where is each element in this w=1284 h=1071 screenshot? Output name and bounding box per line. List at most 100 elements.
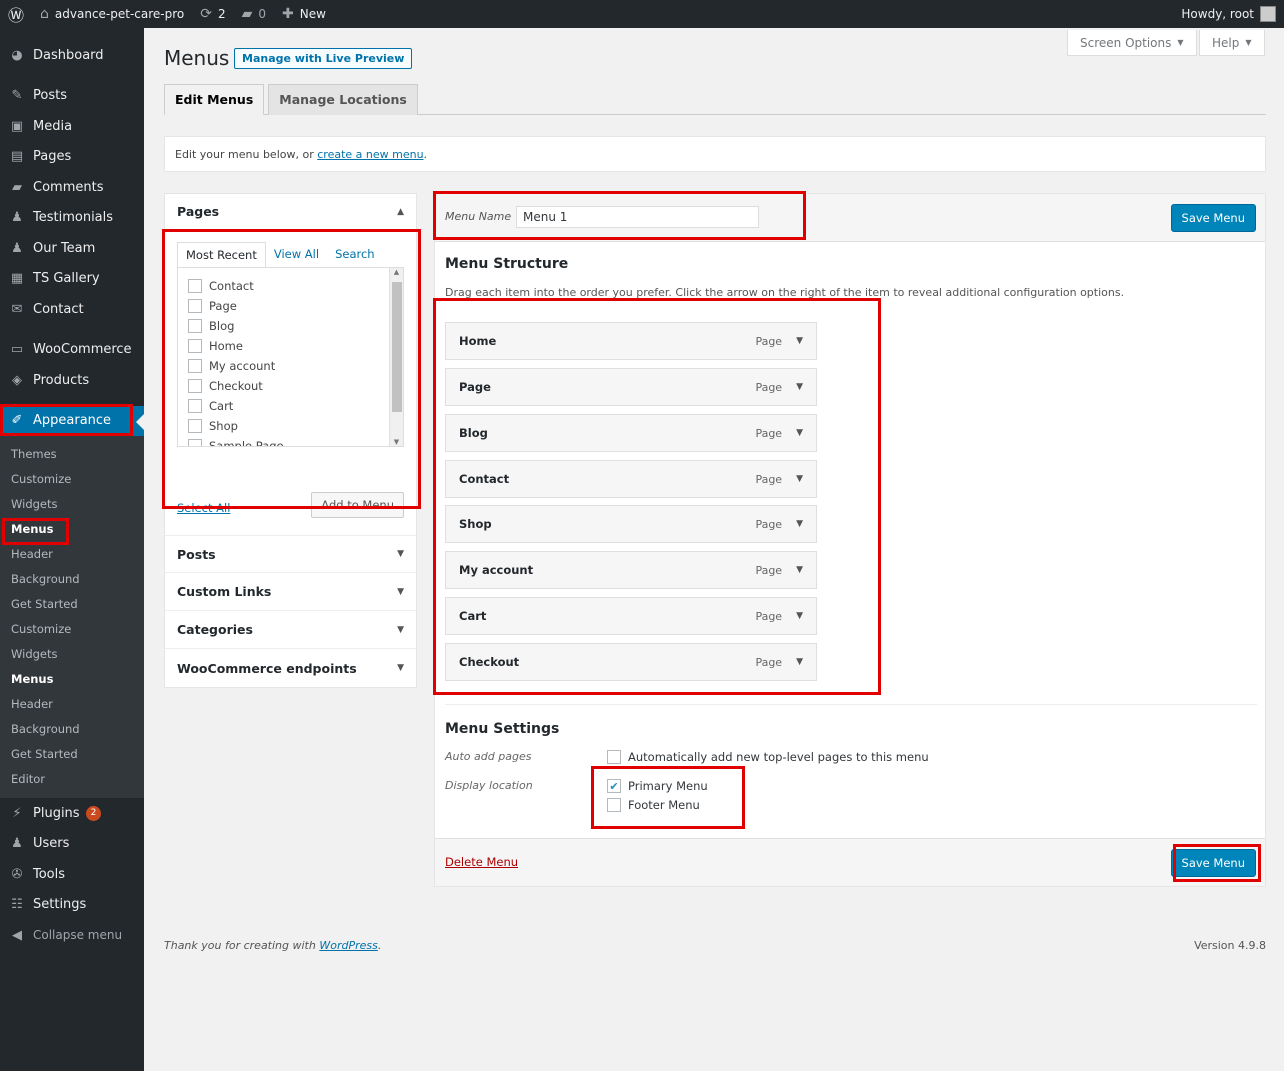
sidebar-item-posts[interactable]: ✎ Posts bbox=[0, 81, 144, 112]
sidebar-item-testimonials[interactable]: ♟ Testimonials bbox=[0, 203, 144, 234]
add-to-menu-button[interactable]: Add to Menu bbox=[311, 492, 404, 518]
sidebar-item-plugins[interactable]: ⚡ Plugins 2 bbox=[0, 798, 144, 829]
site-name-link[interactable]: ⌂ advance-pet-care-pro bbox=[32, 0, 192, 28]
save-menu-button-bottom[interactable]: Save Menu bbox=[1170, 849, 1256, 877]
page-option[interactable]: Home bbox=[188, 336, 393, 356]
sidebar-item-users[interactable]: ♟ Users bbox=[0, 829, 144, 860]
delete-menu-link[interactable]: Delete Menu bbox=[445, 855, 518, 869]
submenu-background[interactable]: Background bbox=[0, 567, 144, 592]
menu-item-row[interactable]: Blog Page ▼ bbox=[445, 414, 817, 452]
tab-edit-menus[interactable]: Edit Menus bbox=[164, 84, 265, 115]
live-preview-button[interactable]: Manage with Live Preview bbox=[234, 48, 413, 69]
sidebar-item-dashboard[interactable]: ◕ Dashboard bbox=[0, 40, 144, 71]
sidebar-item-appearance[interactable]: ✐ Appearance bbox=[0, 405, 144, 436]
submenu-editor[interactable]: Editor bbox=[0, 767, 144, 792]
sidebar-item-products[interactable]: ◈ Products bbox=[0, 365, 144, 396]
sidebar-item-media[interactable]: ▣ Media bbox=[0, 111, 144, 142]
scroll-thumb[interactable] bbox=[392, 282, 402, 412]
custom-links-section-header[interactable]: Custom Links ▼ bbox=[165, 573, 416, 611]
menu-item-row[interactable]: My account Page ▼ bbox=[445, 551, 817, 589]
page-option[interactable]: Page bbox=[188, 296, 393, 316]
tab-most-recent[interactable]: Most Recent bbox=[177, 242, 266, 268]
submenu-customize-2[interactable]: Customize bbox=[0, 617, 144, 642]
scroll-up-arrow-icon[interactable]: ▲ bbox=[390, 268, 403, 276]
checkbox[interactable] bbox=[188, 279, 202, 293]
pages-section-header[interactable]: Pages ▲ bbox=[165, 194, 416, 230]
submenu-header[interactable]: Header bbox=[0, 542, 144, 567]
expand-arrow-icon[interactable]: ▼ bbox=[796, 382, 803, 392]
tab-manage-locations[interactable]: Manage Locations bbox=[268, 84, 418, 115]
checkbox[interactable] bbox=[188, 399, 202, 413]
location-footer-option[interactable]: Footer Menu bbox=[607, 798, 700, 812]
checkbox[interactable] bbox=[188, 379, 202, 393]
wordpress-logo-icon[interactable]: Ⓦ bbox=[0, 0, 32, 28]
menu-item-row[interactable]: Shop Page ▼ bbox=[445, 505, 817, 543]
help-button[interactable]: Help ▼ bbox=[1199, 30, 1265, 56]
page-option[interactable]: Contact bbox=[188, 276, 393, 296]
wordpress-link[interactable]: WordPress bbox=[319, 939, 378, 952]
sidebar-item-our-team[interactable]: ♟ Our Team bbox=[0, 233, 144, 264]
expand-arrow-icon[interactable]: ▼ bbox=[796, 519, 803, 529]
submenu-get-started[interactable]: Get Started bbox=[0, 592, 144, 617]
auto-add-checkbox[interactable] bbox=[607, 750, 621, 764]
menu-name-input[interactable]: Menu 1 bbox=[516, 206, 759, 228]
submenu-menus[interactable]: Menus bbox=[0, 517, 144, 542]
submenu-widgets[interactable]: Widgets bbox=[0, 492, 144, 517]
sidebar-item-contact[interactable]: ✉ Contact bbox=[0, 294, 144, 325]
sidebar-item-pages[interactable]: ▤ Pages bbox=[0, 142, 144, 173]
create-new-menu-link[interactable]: create a new menu bbox=[317, 148, 423, 161]
new-content-link[interactable]: ✚ New bbox=[274, 0, 334, 28]
my-account[interactable]: Howdy, root bbox=[1181, 6, 1284, 22]
woocommerce-endpoints-section-header[interactable]: WooCommerce endpoints ▼ bbox=[165, 649, 416, 687]
comments-link[interactable]: ▰ 0 bbox=[234, 0, 274, 28]
posts-section-header[interactable]: Posts ▼ bbox=[165, 535, 416, 573]
submenu-customize[interactable]: Customize bbox=[0, 467, 144, 492]
sidebar-item-woocommerce[interactable]: ▭ WooCommerce bbox=[0, 335, 144, 366]
sidebar-item-settings[interactable]: ☷ Settings bbox=[0, 890, 144, 921]
submenu-get-started-2[interactable]: Get Started bbox=[0, 742, 144, 767]
submenu-menus-2[interactable]: Menus bbox=[0, 667, 144, 692]
sidebar-item-comments[interactable]: ▰ Comments bbox=[0, 172, 144, 203]
checkbox[interactable] bbox=[188, 359, 202, 373]
expand-arrow-icon[interactable]: ▼ bbox=[796, 611, 803, 621]
save-menu-button-top[interactable]: Save Menu bbox=[1170, 204, 1256, 232]
expand-arrow-icon[interactable]: ▼ bbox=[796, 428, 803, 438]
menu-item-row[interactable]: Cart Page ▼ bbox=[445, 597, 817, 635]
submenu-widgets-2[interactable]: Widgets bbox=[0, 642, 144, 667]
tab-view-all[interactable]: View All bbox=[266, 242, 327, 268]
sidebar-item-tools[interactable]: ✇ Tools bbox=[0, 859, 144, 890]
page-option[interactable]: Blog bbox=[188, 316, 393, 336]
checkbox[interactable] bbox=[188, 339, 202, 353]
checkbox[interactable] bbox=[188, 419, 202, 433]
expand-arrow-icon[interactable]: ▼ bbox=[796, 657, 803, 667]
page-option[interactable]: Checkout bbox=[188, 376, 393, 396]
scroll-down-arrow-icon[interactable]: ▼ bbox=[390, 438, 403, 446]
menu-item-row[interactable]: Checkout Page ▼ bbox=[445, 643, 817, 681]
page-option[interactable]: Cart bbox=[188, 396, 393, 416]
screen-options-button[interactable]: Screen Options ▼ bbox=[1067, 30, 1197, 56]
expand-arrow-icon[interactable]: ▼ bbox=[796, 474, 803, 484]
location-primary-option[interactable]: ✔ Primary Menu bbox=[607, 779, 708, 793]
sidebar-item-ts-gallery[interactable]: ▦ TS Gallery bbox=[0, 264, 144, 295]
checkbox[interactable] bbox=[188, 439, 202, 446]
select-all-link[interactable]: Select All bbox=[177, 501, 230, 515]
submenu-themes[interactable]: Themes bbox=[0, 442, 144, 467]
tab-search[interactable]: Search bbox=[327, 242, 383, 268]
categories-section-header[interactable]: Categories ▼ bbox=[165, 611, 416, 649]
expand-arrow-icon[interactable]: ▼ bbox=[796, 565, 803, 575]
menu-item-row[interactable]: Page Page ▼ bbox=[445, 368, 817, 406]
footer-menu-checkbox[interactable] bbox=[607, 798, 621, 812]
auto-add-option[interactable]: Automatically add new top-level pages to… bbox=[607, 750, 929, 764]
page-option[interactable]: Shop bbox=[188, 416, 393, 436]
updates-link[interactable]: ⟳ 2 bbox=[192, 0, 233, 28]
page-option[interactable]: Sample Page bbox=[188, 436, 393, 446]
page-option[interactable]: My account bbox=[188, 356, 393, 376]
checklist-scrollbar[interactable]: ▲ ▼ bbox=[389, 268, 403, 446]
menu-item-row[interactable]: Home Page ▼ bbox=[445, 322, 817, 360]
menu-item-row[interactable]: Contact Page ▼ bbox=[445, 460, 817, 498]
checkbox[interactable] bbox=[188, 299, 202, 313]
submenu-background-2[interactable]: Background bbox=[0, 717, 144, 742]
collapse-menu-button[interactable]: ◀ Collapse menu bbox=[0, 920, 144, 951]
primary-menu-checkbox[interactable]: ✔ bbox=[607, 779, 621, 793]
checkbox[interactable] bbox=[188, 319, 202, 333]
